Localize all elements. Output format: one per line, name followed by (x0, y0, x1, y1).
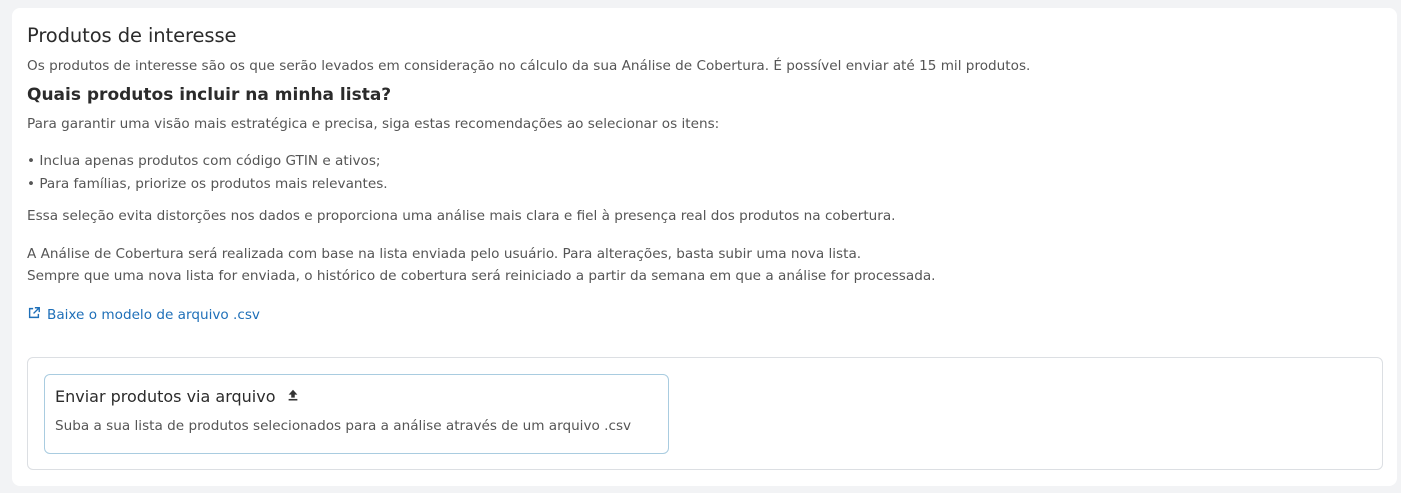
upload-card-description: Suba a sua lista de produtos selecionado… (55, 418, 632, 434)
bullet-item: • Inclua apenas produtos com código GTIN… (27, 153, 381, 169)
upload-file-card[interactable]: Enviar produtos via arquivo Suba a sua l… (44, 374, 669, 454)
download-template-label: Baixe o modelo de arquivo .csv (47, 307, 260, 323)
intro-text: Para garantir uma visão mais estratégica… (27, 116, 720, 132)
section-subtitle: Quais produtos incluir na minha lista? (27, 85, 392, 105)
info-line-1: A Análise de Cobertura será realizada co… (27, 246, 862, 262)
section-description: Os produtos de interesse são os que serã… (27, 58, 1031, 74)
download-template-link[interactable]: Baixe o modelo de arquivo .csv (27, 306, 260, 324)
note-text: Essa seleção evita distorções nos dados … (27, 208, 896, 224)
bullet-item: • Para famílias, priorize os produtos ma… (27, 176, 388, 192)
upload-icon (286, 387, 300, 406)
external-link-icon (27, 306, 41, 324)
upload-panel: Enviar produtos via arquivo Suba a sua l… (27, 357, 1383, 470)
upload-title-text: Enviar produtos via arquivo (55, 387, 276, 406)
produtos-interesse-card: Produtos de interesse Os produtos de int… (12, 8, 1397, 486)
upload-card-title: Enviar produtos via arquivo (55, 387, 300, 406)
info-line-2: Sempre que uma nova lista for enviada, o… (27, 268, 936, 284)
section-title: Produtos de interesse (27, 24, 237, 47)
